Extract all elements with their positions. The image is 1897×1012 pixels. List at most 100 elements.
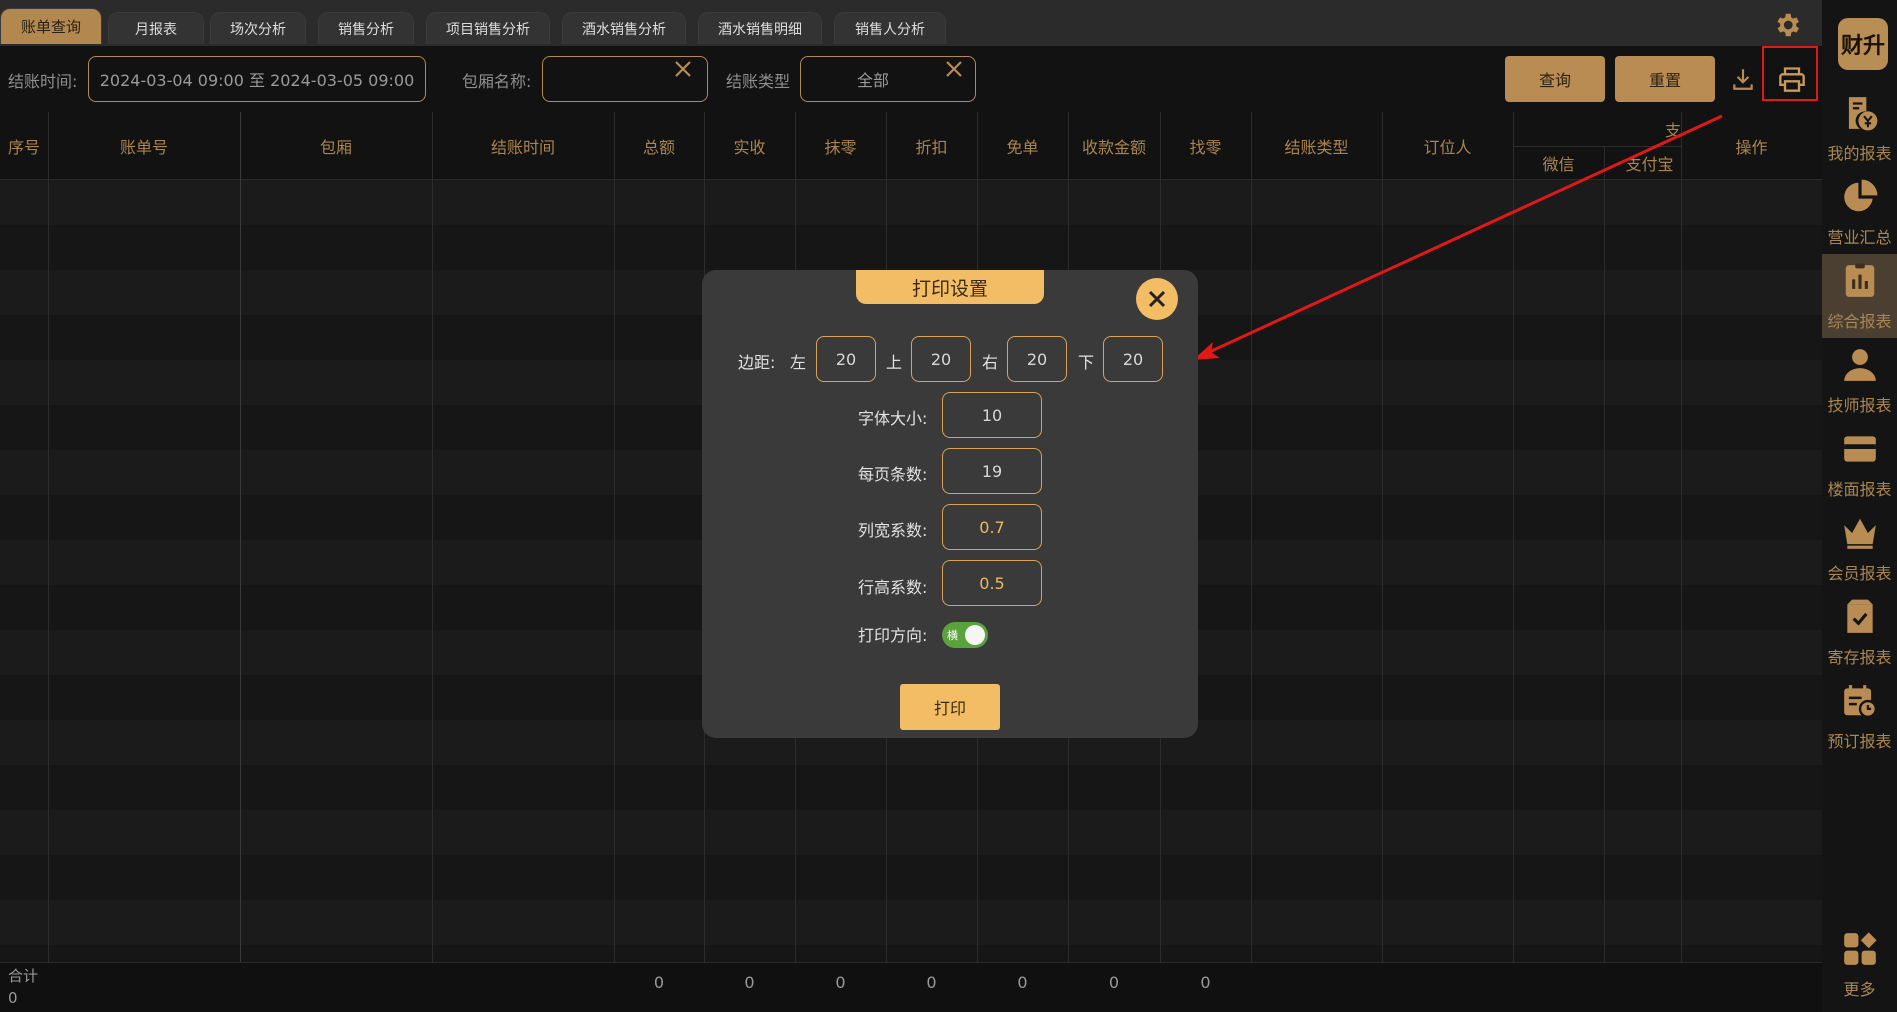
table-row [0, 225, 1822, 270]
footer-total: 0 [653, 973, 665, 992]
pie-chart-icon [1843, 179, 1877, 212]
annotation-highlight-box [1762, 46, 1818, 101]
sidebar-item-storage-report[interactable]: 寄存报表 [1822, 590, 1897, 674]
col-rounding: 抹零 [824, 138, 857, 157]
person-icon [1843, 349, 1876, 381]
col-collected: 收款金额 [1081, 138, 1146, 157]
print-orientation-toggle[interactable]: 横 [942, 622, 988, 648]
clear-type-icon[interactable] [945, 60, 963, 78]
sidebar-label: 会员报表 [1827, 564, 1892, 583]
col-actions: 操作 [1735, 138, 1768, 157]
download-icon[interactable] [1730, 66, 1756, 92]
tab-bill-query[interactable]: 账单查询 [0, 8, 102, 44]
tab-monthly-report[interactable]: 月报表 [108, 12, 204, 44]
total-count: 0 [8, 989, 18, 1007]
col-bill-no: 账单号 [119, 138, 168, 157]
sidebar-item-booking-report[interactable]: 预订报表 [1822, 674, 1897, 758]
footer-rounding: 0 [835, 973, 846, 992]
table-header: 序号 账单号 包厢 结账时间 总额 实收 抹零 折扣 免单 收款金额 找零 结账… [0, 112, 1822, 180]
table-row [0, 810, 1822, 855]
close-icon [1148, 290, 1166, 308]
print-orientation-label: 打印方向: [858, 626, 928, 645]
query-button[interactable]: 查询 [1505, 56, 1605, 102]
room-name-label: 包厢名称: [462, 72, 532, 91]
font-size-label: 字体大小: [858, 409, 928, 428]
col-payment-group: 支 [1664, 121, 1681, 140]
sidebar-label: 预订报表 [1827, 732, 1892, 751]
footer-free: 0 [1017, 973, 1028, 992]
tab-salesperson-analysis[interactable]: 销售人分析 [834, 12, 946, 44]
rows-per-page-label: 每页条数: [858, 465, 928, 484]
tab-item-sales-analysis[interactable]: 项目销售分析 [426, 12, 550, 44]
margin-left-input[interactable]: 20 [816, 336, 876, 382]
checkout-type-label: 结账类型 [726, 72, 791, 91]
table-row [0, 855, 1822, 900]
calendar-clock-icon [1843, 685, 1877, 719]
print-settings-dialog: 打印设置 边距: 左 20 上 20 右 20 下 20 字体大小: 10 每页… [702, 270, 1198, 738]
checkout-time-range-input[interactable]: 2024-03-04 09:00 至 2024-03-05 09:00 [88, 56, 426, 102]
tab-session-analysis[interactable]: 场次分析 [210, 12, 306, 44]
storage-check-icon [1846, 599, 1873, 633]
table-row [0, 900, 1822, 945]
toggle-text: 横 [947, 629, 958, 642]
tab-drink-sales-detail[interactable]: 酒水销售明细 [698, 12, 822, 44]
margin-left-label: 左 [790, 353, 807, 372]
total-label: 合计 [8, 967, 39, 985]
col-free: 免单 [1006, 138, 1039, 157]
footer-change: 0 [1200, 973, 1211, 992]
footer-collected: 0 [1108, 973, 1120, 992]
tab-sales-analysis[interactable]: 销售分析 [318, 12, 414, 44]
margin-top-input[interactable]: 20 [911, 336, 971, 382]
column-width-factor-input[interactable]: 0.7 [942, 504, 1042, 550]
row-height-factor-label: 行高系数: [858, 578, 928, 597]
sidebar-label: 我的报表 [1827, 144, 1892, 163]
sidebar-item-floor-report[interactable]: 楼面报表 [1822, 422, 1897, 506]
table-row [0, 180, 1822, 225]
clear-room-icon[interactable] [674, 60, 692, 78]
tab-drink-sales-analysis[interactable]: 酒水销售分析 [562, 12, 686, 44]
sidebar-label: 楼面报表 [1827, 480, 1892, 499]
table-footer: 合计 0 0 0 0 0 0 0 0 [0, 962, 1822, 1012]
close-dialog-button[interactable] [1136, 278, 1178, 320]
card-icon [1843, 436, 1876, 462]
sidebar-label: 寄存报表 [1827, 648, 1892, 667]
col-received: 实收 [733, 138, 766, 157]
gear-icon[interactable] [1772, 10, 1802, 40]
col-discount: 折扣 [915, 138, 948, 157]
col-wechat: 微信 [1542, 155, 1575, 174]
margin-bottom-input[interactable]: 20 [1103, 336, 1163, 382]
col-checkout-time: 结账时间 [490, 138, 555, 157]
footer-discount: 0 [926, 973, 937, 992]
sidebar-item-business-summary[interactable]: 营业汇总 [1822, 170, 1897, 254]
toggle-knob [965, 625, 985, 645]
col-change: 找零 [1189, 138, 1222, 157]
crown-icon [1843, 518, 1876, 549]
checkout-time-label: 结账时间: [8, 72, 78, 91]
sidebar-item-member-report[interactable]: 会员报表 [1822, 506, 1897, 590]
margin-right-input[interactable]: 20 [1007, 336, 1067, 382]
more-grid-icon [1843, 932, 1877, 965]
sidebar-label: 综合报表 [1827, 312, 1892, 331]
sidebar-label: 更多 [1843, 980, 1876, 999]
column-width-factor-label: 列宽系数: [858, 521, 928, 540]
app-logo: 财升 [1838, 18, 1888, 70]
row-height-factor-input[interactable]: 0.5 [942, 560, 1042, 606]
reset-button[interactable]: 重置 [1615, 56, 1715, 102]
col-total: 总额 [642, 138, 675, 157]
tab-bar: 账单查询 月报表 场次分析 销售分析 项目销售分析 酒水销售分析 酒水销售明细 … [0, 0, 1822, 46]
col-booker: 订位人 [1423, 138, 1472, 157]
table-row [0, 945, 1822, 962]
col-checkout-type: 结账类型 [1284, 138, 1349, 157]
sidebar-item-comprehensive-report[interactable]: 综合报表 [1822, 254, 1897, 338]
sidebar-item-technician-report[interactable]: 技师报表 [1822, 338, 1897, 422]
sidebar-item-more[interactable]: 更多 [1822, 922, 1897, 1006]
print-button[interactable]: 打印 [900, 684, 1000, 730]
rows-per-page-input[interactable]: 19 [942, 448, 1042, 494]
right-sidebar: 财升 我的报表 营业汇总 综合报表 技师报表 楼面报表 会员报表 寄存报表 预订… [1822, 0, 1897, 1012]
footer-received: 0 [744, 973, 755, 992]
table-row [0, 765, 1822, 810]
sidebar-label: 技师报表 [1827, 396, 1892, 415]
font-size-input[interactable]: 10 [942, 392, 1042, 438]
sidebar-item-my-reports[interactable]: 我的报表 [1822, 86, 1897, 170]
margin-right-label: 右 [982, 353, 999, 372]
